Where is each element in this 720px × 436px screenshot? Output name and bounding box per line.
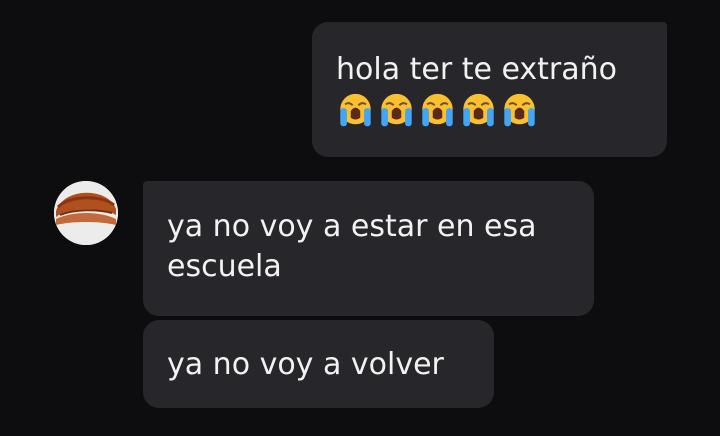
crying-face-icon: [504, 93, 535, 127]
sent-message-bubble[interactable]: hola ter te extraño: [312, 22, 667, 157]
contact-avatar[interactable]: [54, 181, 118, 245]
avatar-image: [54, 181, 118, 245]
crying-face-icon: [463, 93, 494, 127]
received-message-text: ya no voy a estar en esa escuela: [167, 209, 537, 284]
crying-face-icon: [422, 93, 453, 127]
received-message-text: ya no voy a volver: [167, 347, 444, 382]
sent-message-text: hola ter te extraño: [336, 52, 618, 87]
crying-face-icon: [340, 93, 371, 127]
received-message-bubble[interactable]: ya no voy a estar en esa escuela: [143, 181, 594, 316]
received-message-bubble[interactable]: ya no voy a volver: [143, 320, 494, 408]
crying-face-icon: [381, 93, 412, 127]
emoji-row: [336, 92, 645, 130]
